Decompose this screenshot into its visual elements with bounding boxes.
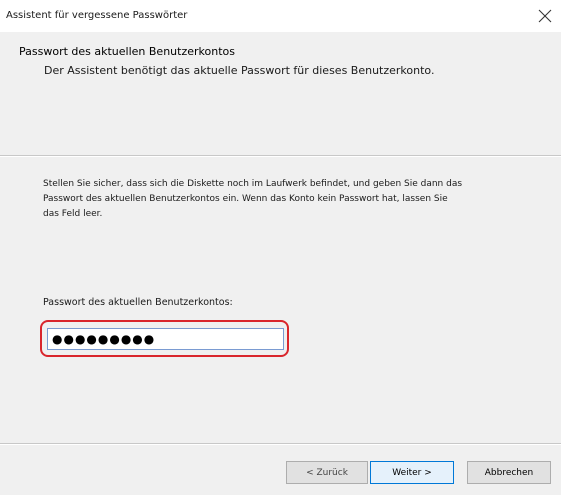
wizard-window: Assistent für vergessene Passwörter Pass…: [0, 0, 561, 495]
password-input[interactable]: [47, 328, 284, 350]
password-label: Passwort des aktuellen Benutzerkontos:: [43, 297, 233, 308]
title-bar: Assistent für vergessene Passwörter: [0, 0, 561, 32]
wizard-content: Stellen Sie sicher, dass sich die Disket…: [0, 157, 561, 442]
footer-divider-highlight: [0, 444, 561, 445]
cancel-button[interactable]: Abbrechen: [467, 461, 551, 484]
back-button[interactable]: < Zurück: [286, 461, 368, 484]
header-title: Passwort des aktuellen Benutzerkontos: [19, 45, 235, 58]
close-icon: [538, 9, 552, 23]
window-title: Assistent für vergessene Passwörter: [6, 10, 188, 21]
wizard-header: Passwort des aktuellen Benutzerkontos De…: [0, 32, 561, 155]
next-button[interactable]: Weiter >: [370, 461, 454, 484]
header-subtitle: Der Assistent benötigt das aktuelle Pass…: [44, 64, 435, 77]
close-button[interactable]: [529, 0, 561, 32]
instructions-text: Stellen Sie sicher, dass sich die Disket…: [43, 179, 463, 219]
